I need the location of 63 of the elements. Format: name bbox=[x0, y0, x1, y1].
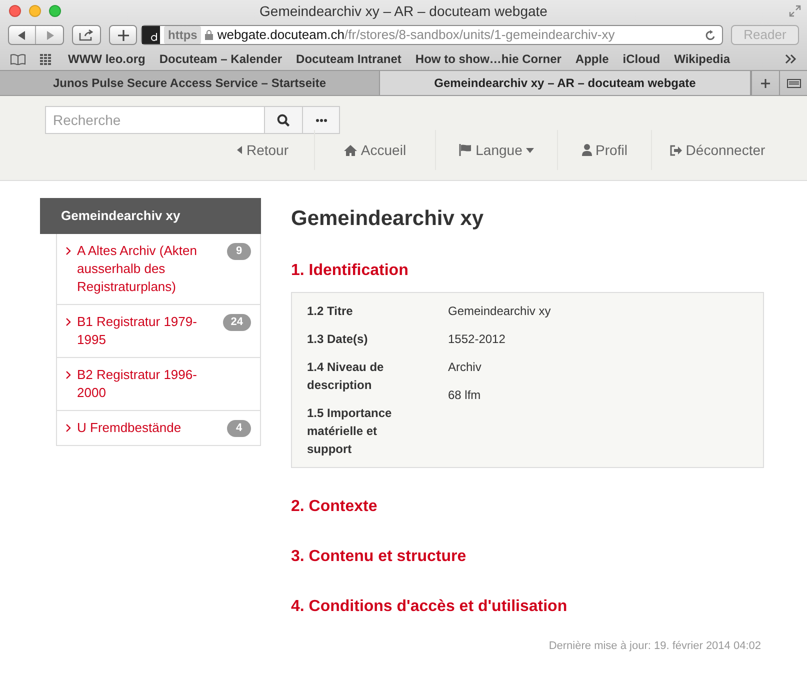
section-heading[interactable]: 2. Contexte bbox=[291, 494, 764, 518]
https-label: https bbox=[164, 26, 202, 44]
plus-icon bbox=[761, 78, 770, 88]
bookmark-link[interactable]: Apple bbox=[575, 50, 609, 68]
overflow-chevron-icon[interactable] bbox=[785, 54, 797, 64]
count-badge: 24 bbox=[222, 314, 251, 331]
close-window-button[interactable] bbox=[9, 5, 21, 17]
new-tab-button[interactable] bbox=[109, 25, 137, 45]
bookmark-link[interactable]: WWW leo.org bbox=[68, 50, 146, 68]
plus-icon bbox=[118, 30, 128, 40]
zoom-window-button[interactable] bbox=[49, 5, 61, 17]
site-icon bbox=[142, 26, 160, 44]
nav-link[interactable]: Langue bbox=[435, 130, 557, 170]
field-value: 68 lfm bbox=[448, 386, 482, 404]
bookmark-link[interactable]: Wikipedia bbox=[674, 50, 730, 68]
tab-list-icon bbox=[786, 78, 800, 88]
field-value: Archiv bbox=[448, 358, 482, 376]
ellipsis-icon bbox=[316, 118, 326, 122]
sign-out-icon bbox=[670, 144, 682, 156]
person-icon bbox=[582, 144, 592, 156]
sidebar-header: Gemeindearchiv xy bbox=[40, 198, 261, 234]
forward-arrow-icon bbox=[46, 30, 54, 40]
url-text: webgate.docuteam.ch/fr/stores/8-sandbox/units/1-gemeindearchiv-xy bbox=[217, 26, 616, 44]
search-icon bbox=[277, 114, 290, 126]
caret-left-icon bbox=[237, 146, 242, 154]
bookmark-link[interactable]: Docuteam – Kalender bbox=[159, 50, 282, 68]
window-title: Gemeindearchiv xy – AR – docuteam webgate bbox=[258, 2, 548, 21]
fullscreen-icon[interactable] bbox=[789, 5, 801, 17]
field-label: 1.5 Importance matérielle et support bbox=[307, 404, 393, 458]
browser-tab[interactable]: Junos Pulse Secure Access Service – Startseite bbox=[0, 71, 380, 95]
last-updated-text: Dernière mise à jour: 19. février 2014 04:02 bbox=[548, 638, 761, 654]
reload-icon[interactable] bbox=[705, 30, 716, 40]
book-icon[interactable] bbox=[10, 54, 26, 64]
share-button[interactable] bbox=[72, 25, 101, 45]
bookmark-link[interactable]: Docuteam Intranet bbox=[296, 50, 402, 68]
bookmark-link[interactable]: How to show…hie Corner bbox=[415, 50, 562, 68]
house-icon bbox=[344, 144, 357, 156]
bookmark-link[interactable]: iCloud bbox=[622, 50, 660, 68]
back-arrow-icon bbox=[18, 30, 26, 40]
caret-down-icon bbox=[526, 148, 534, 152]
section-heading[interactable]: 4. Conditions d'accès et d'utilisation bbox=[291, 594, 764, 618]
more-button[interactable] bbox=[303, 106, 340, 134]
share-icon bbox=[78, 29, 94, 41]
address-field[interactable]: https webgate.docuteam.ch/fr/stores/8-sandbox/units/1-gemeindearchiv-xy bbox=[141, 25, 723, 45]
section-heading[interactable]: 3. Contenu et structure bbox=[291, 544, 764, 568]
page-title: Gemeindearchiv xy bbox=[291, 206, 485, 232]
field-label: 1.2 Titre bbox=[307, 302, 354, 320]
field-label: 1.4 Niveau de description bbox=[307, 358, 385, 394]
nav-link[interactable]: Profil bbox=[557, 130, 651, 170]
nav-link[interactable]: Accueil bbox=[314, 130, 435, 170]
count-badge: 9 bbox=[227, 243, 251, 260]
field-value: Gemeindearchiv xy bbox=[448, 302, 552, 320]
grid-icon[interactable] bbox=[40, 54, 54, 64]
field-label: 1.3 Date(s) bbox=[307, 330, 369, 348]
field-value: 1552-2012 bbox=[448, 330, 506, 348]
count-badge: 4 bbox=[227, 420, 251, 437]
lock-icon bbox=[205, 30, 214, 40]
browser-tab[interactable]: Gemeindearchiv xy – AR – docuteam webgate bbox=[380, 71, 751, 95]
nav-link[interactable]: Déconnecter bbox=[651, 130, 783, 170]
section-heading[interactable]: 1. Identification bbox=[291, 258, 764, 282]
search-button[interactable] bbox=[265, 106, 303, 134]
flag-icon bbox=[458, 144, 472, 156]
search-field[interactable]: Recherche bbox=[45, 106, 265, 134]
